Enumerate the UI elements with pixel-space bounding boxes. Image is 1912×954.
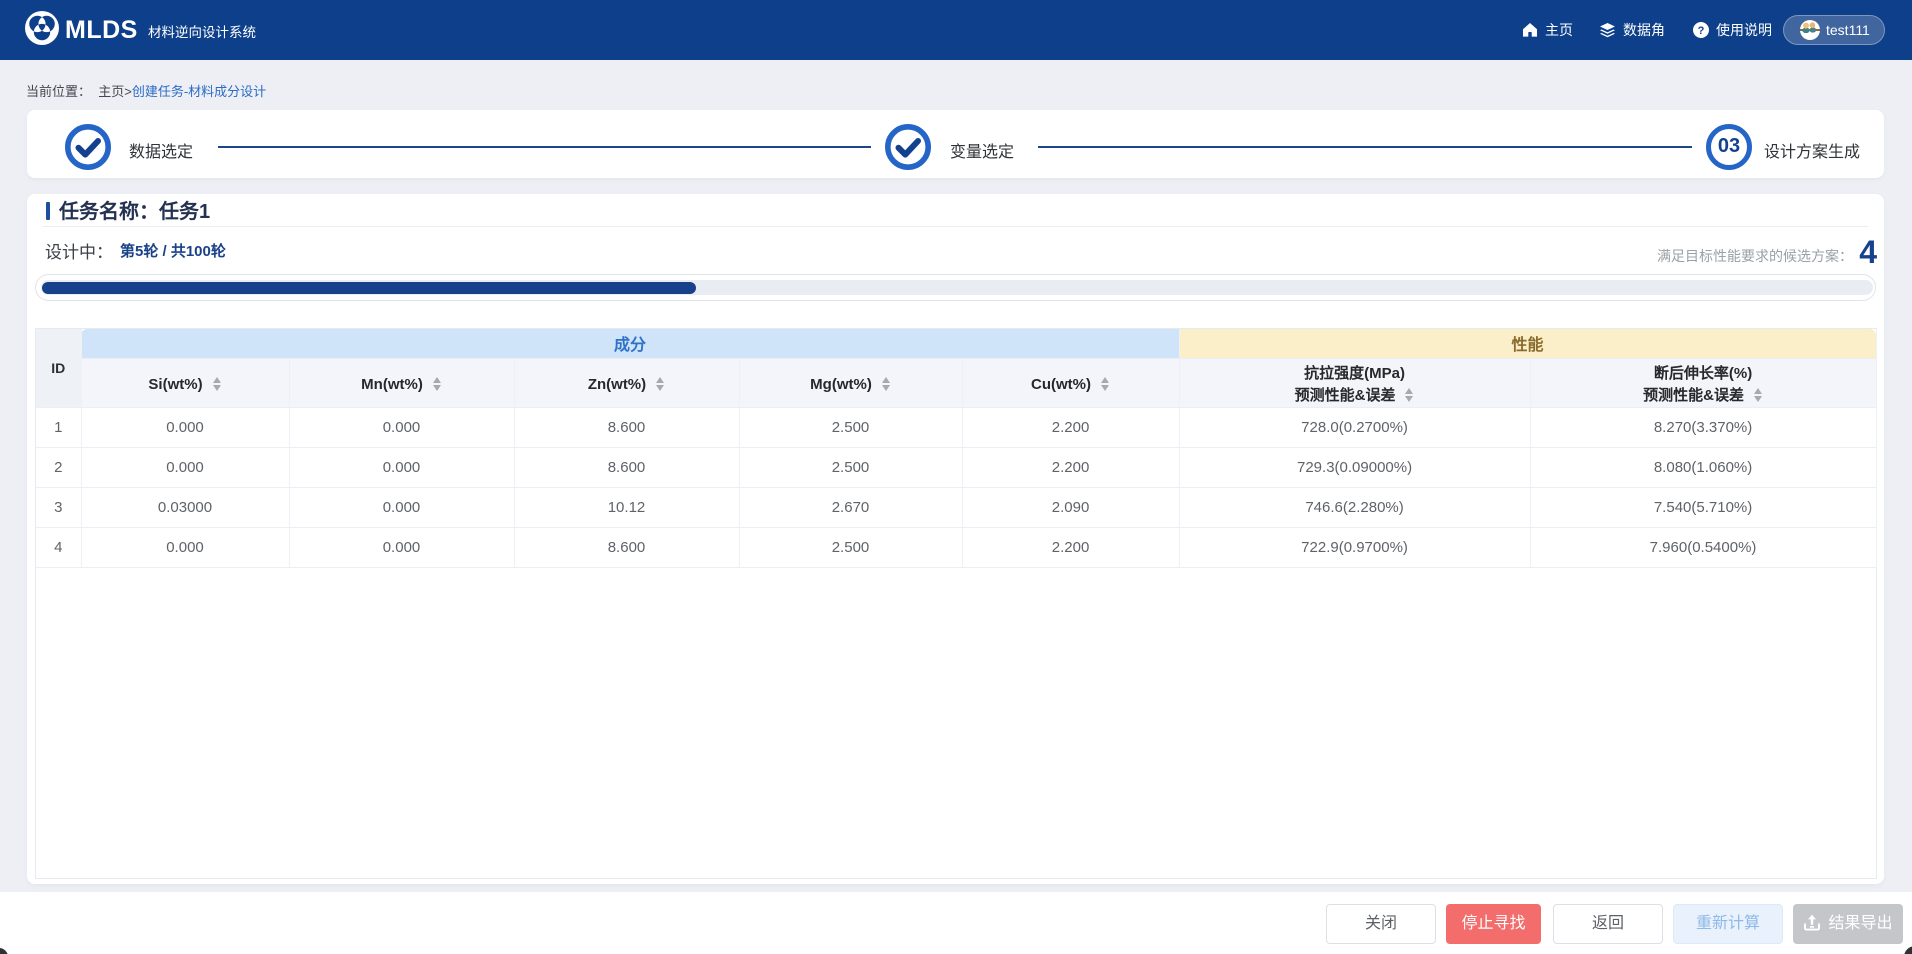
svg-text:?: ? — [1698, 25, 1705, 37]
